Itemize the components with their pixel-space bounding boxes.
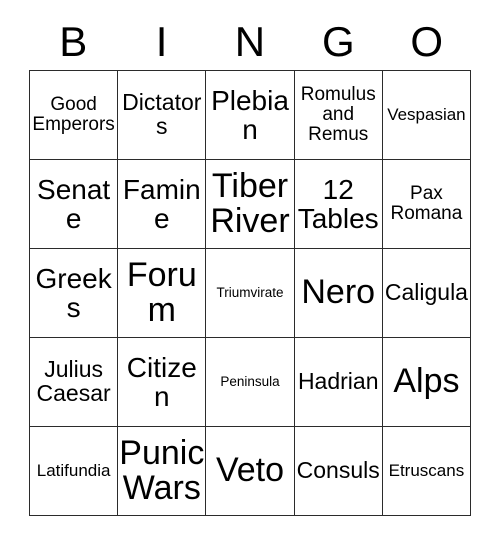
bingo-cell-label: Triumvirate [216, 284, 284, 300]
bingo-cell-label: Romulus and Remus [300, 84, 376, 145]
bingo-row: Julius Caesar Citizen Peninsula Hadrian Alps [30, 338, 472, 427]
bingo-cell[interactable]: Good Emperors [30, 71, 119, 160]
bingo-grid: Good Emperors Dictators Plebian Romulus and… [29, 70, 472, 516]
bingo-cell[interactable]: Forum [118, 249, 207, 338]
bingo-row: Greeks Forum Triumvirate Nero Caligula [30, 249, 472, 338]
bingo-cell-label: Caligula [384, 279, 468, 306]
bingo-cell[interactable]: Citizen [118, 338, 207, 427]
bingo-cell[interactable]: Pax Romana [382, 160, 472, 249]
bingo-row: Good Emperors Dictators Plebian Romulus and… [30, 71, 472, 160]
bingo-cell[interactable]: Plebian [206, 71, 295, 160]
bingo-cell-label: Plebian [211, 84, 289, 145]
bingo-cell[interactable]: Veto [206, 427, 295, 516]
bingo-cell-label: Forum [126, 255, 197, 329]
bingo-cell[interactable]: Vespasian [382, 71, 472, 160]
bingo-cell[interactable]: Alps [382, 338, 472, 427]
bingo-cell-label: Greeks [35, 262, 112, 323]
bingo-cell[interactable]: Punic Wars [118, 427, 207, 516]
bingo-cell[interactable]: Triumvirate [206, 249, 295, 338]
bingo-cell-label: Famine [122, 173, 201, 234]
bingo-cell[interactable]: Etruscans [382, 427, 472, 516]
bingo-cell-label: Vespasian [387, 105, 466, 125]
bingo-cell-label: Good Emperors [32, 94, 115, 135]
bingo-header-letter-g: G [322, 18, 355, 65]
bingo-row: Senate Famine Tiber River 12 Tables Pax Roma… [30, 160, 472, 249]
bingo-cell[interactable]: Nero [294, 249, 383, 338]
bingo-cell-label: Hadrian [297, 368, 379, 395]
bingo-cell-label: Dictators [122, 89, 202, 139]
bingo-cell-label: Peninsula [220, 373, 280, 389]
bingo-cell[interactable]: Consuls [294, 427, 383, 516]
bingo-cell-label: Senate [37, 173, 111, 234]
bingo-cell-label: Pax Romana [390, 183, 463, 224]
bingo-cell-label: Etruscans [388, 461, 465, 481]
bingo-card: B I N G O Good Emperors Dictators Plebian R… [29, 14, 472, 516]
bingo-header-letter-n: N [234, 18, 266, 65]
bingo-header: B I N G O [29, 14, 471, 70]
bingo-cell-label: Veto [215, 451, 285, 490]
bingo-cell[interactable]: Famine [118, 160, 207, 249]
bingo-cell-label: Nero [301, 273, 376, 312]
bingo-cell-label: Julius Caesar [36, 356, 111, 406]
bingo-cell[interactable]: 12 Tables [294, 160, 383, 249]
bingo-header-letter-i: I [155, 18, 168, 65]
bingo-cell[interactable]: Hadrian [294, 338, 383, 427]
bingo-cell[interactable]: Latifundia [30, 427, 119, 516]
bingo-cell[interactable]: Peninsula [206, 338, 295, 427]
bingo-row: Latifundia Punic Wars Veto Consuls Etruscans [30, 427, 472, 516]
bingo-cell-label: 12 Tables [297, 173, 379, 234]
bingo-cell-label: Latifundia [36, 461, 111, 481]
bingo-cell-label: Alps [393, 362, 460, 401]
bingo-header-letter-b: B [59, 18, 88, 65]
bingo-cell[interactable]: Greeks [30, 249, 119, 338]
bingo-cell[interactable]: Caligula [382, 249, 472, 338]
bingo-cell[interactable]: Tiber River [206, 160, 295, 249]
bingo-header-letter-o: O [410, 18, 444, 65]
bingo-cell[interactable]: Romulus and Remus [294, 71, 383, 160]
bingo-cell[interactable]: Julius Caesar [30, 338, 119, 427]
bingo-cell-label: Punic Wars [119, 433, 205, 507]
bingo-cell-label: Consuls [296, 457, 380, 484]
bingo-cell[interactable]: Dictators [118, 71, 207, 160]
bingo-cell-label: Tiber River [210, 166, 290, 240]
bingo-cell-label: Citizen [126, 351, 197, 412]
bingo-cell[interactable]: Senate [30, 160, 119, 249]
